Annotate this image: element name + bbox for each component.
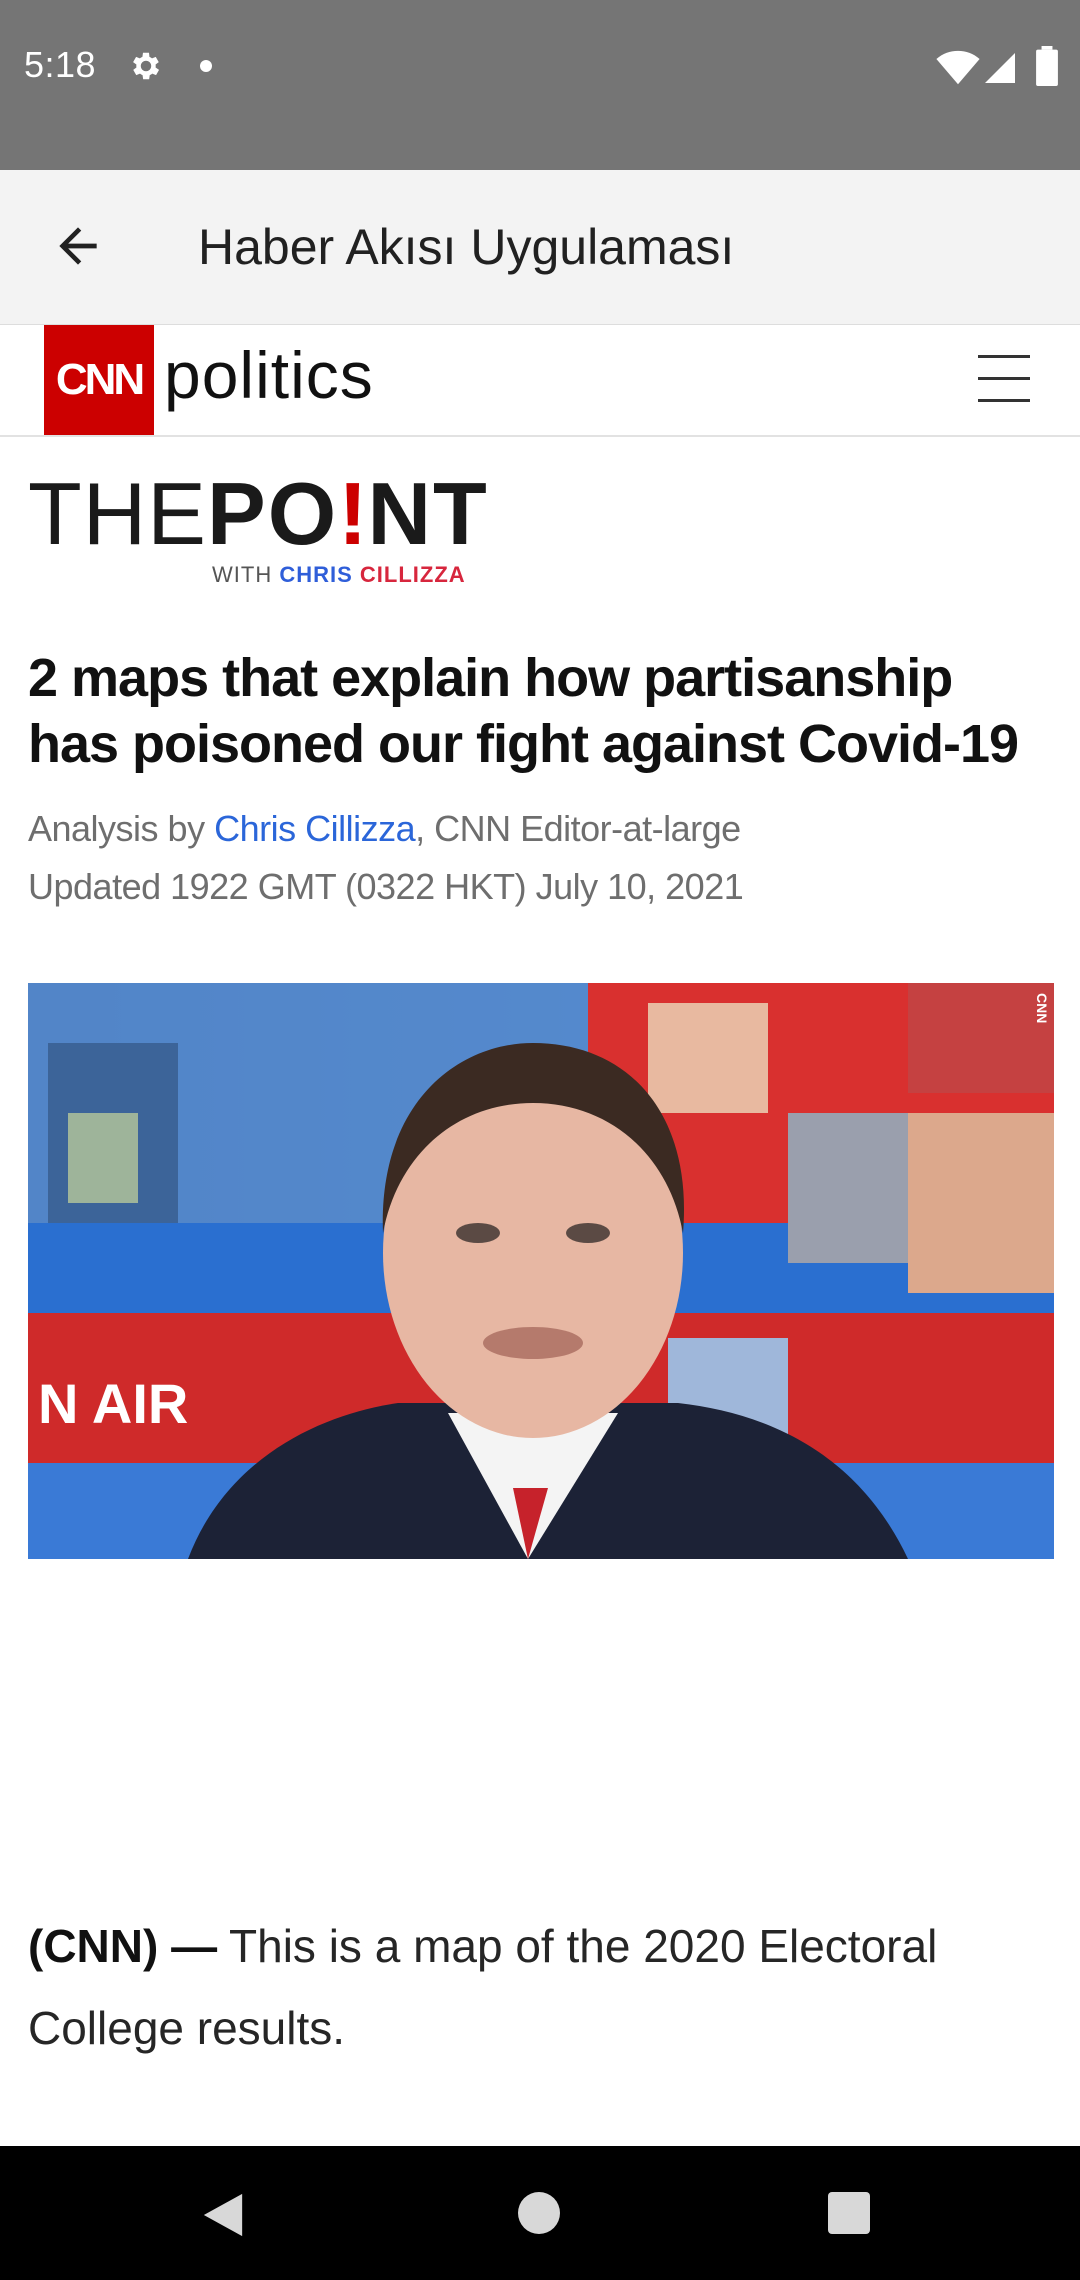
author-link[interactable]: Chris Cillizza (214, 808, 416, 849)
status-bar: 5:18 (0, 0, 1080, 170)
the-point-wordmark: THEPO!NT (28, 464, 489, 563)
app-title: Haber Akısı Uygulaması (198, 219, 735, 275)
the-point-logo[interactable]: THEPO!NT WITH CHRIS CILLIZZA (28, 470, 528, 590)
recents-square-icon[interactable] (828, 2192, 870, 2234)
system-nav-bar (0, 2146, 1080, 2280)
article-body-paragraph: (CNN) — This is a map of the 2020 Electo… (28, 1905, 1048, 2069)
app-bar: Haber Akısı Uygulaması (0, 170, 1080, 325)
article-updated-timestamp: Updated 1922 GMT (0322 HKT) July 10, 202… (28, 866, 744, 907)
home-circle-icon[interactable] (518, 2192, 560, 2234)
back-triangle-icon[interactable] (200, 2190, 246, 2240)
notification-dot-icon (200, 60, 212, 72)
gear-icon (133, 52, 160, 80)
article-lead-dateline: (CNN) — (28, 1920, 218, 1972)
battery-icon (1036, 46, 1058, 86)
cnn-logo[interactable]: CNN (44, 325, 154, 435)
arrow-left-icon[interactable] (50, 218, 106, 274)
signal-icon (985, 53, 1015, 83)
section-name[interactable]: politics (164, 337, 374, 413)
hamburger-icon[interactable] (978, 355, 1030, 403)
image-watermark: CNN (1034, 993, 1050, 1024)
the-point-subtitle: WITH CHRIS CILLIZZA (212, 562, 466, 587)
hero-overlay-text: N AIR (38, 1372, 188, 1435)
article-hero-image[interactable]: N AIR CNN (28, 983, 1054, 1559)
article-byline: Analysis by Chris Cillizza, CNN Editor-a… (28, 808, 741, 849)
status-time: 5:18 (24, 44, 97, 85)
hero-image-graphic: N AIR (28, 983, 1054, 1559)
cnn-header: CNN politics (0, 325, 1080, 437)
wifi-icon (936, 50, 980, 85)
article-headline: 2 maps that explain how partisanship has… (28, 648, 1019, 774)
cnn-logo-text: CNN (55, 355, 145, 404)
